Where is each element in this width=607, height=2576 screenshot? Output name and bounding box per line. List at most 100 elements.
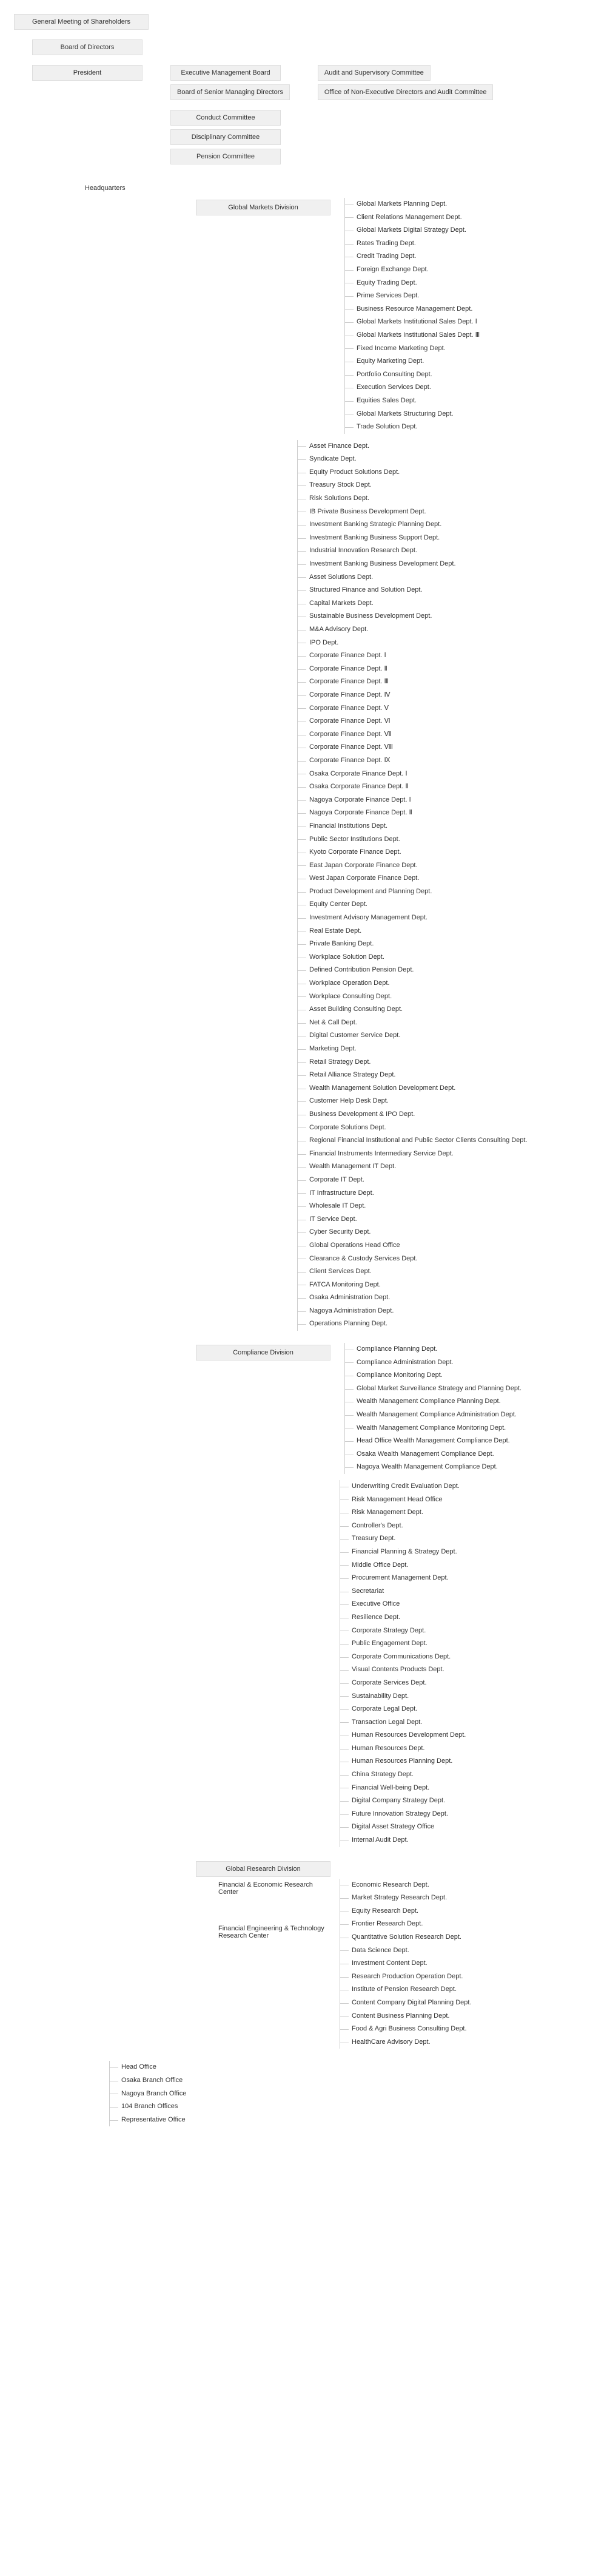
cc-box: Conduct Committee — [170, 110, 281, 126]
dept-item: FATCA Monitoring Dept. — [297, 1279, 595, 1292]
dept-item: Foreign Exchange Dept. — [344, 263, 480, 277]
dept-item: Osaka Corporate Finance Dept. Ⅱ — [297, 780, 595, 794]
dept-item: Equities Sales Dept. — [344, 394, 480, 408]
dept-item: Operations Planning Dept. — [297, 1317, 595, 1331]
grd-dept-list: Economic Research Dept.Market Strategy R… — [340, 1879, 472, 2049]
dept-item: Executive Office — [340, 1598, 595, 1611]
dept-item: Compliance Planning Dept. — [344, 1343, 521, 1356]
dept-item: Research Production Operation Dept. — [340, 1970, 472, 1984]
dept-item: Financial Instruments Intermediary Servi… — [297, 1148, 595, 1161]
dept-item: Corporate Services Dept. — [340, 1677, 595, 1690]
dept-item: Workplace Operation Dept. — [297, 977, 595, 990]
dept-item: Asset Finance Dept. — [297, 440, 595, 453]
dept-item: Investment Banking Business Support Dept… — [297, 532, 595, 545]
dept-item: M&A Advisory Dept. — [297, 623, 595, 637]
dept-item: Compliance Administration Dept. — [344, 1356, 521, 1370]
dept-item: Internal Audit Dept. — [340, 1834, 595, 1847]
dept-item: Kyoto Corporate Finance Dept. — [297, 846, 595, 859]
president-box: President — [32, 65, 143, 81]
dept-item: Resilience Dept. — [340, 1611, 595, 1624]
dept-item: Product Development and Planning Dept. — [297, 885, 595, 899]
dept-item: Customer Help Desk Dept. — [297, 1095, 595, 1108]
dept-item: Equity Product Solutions Dept. — [297, 466, 595, 479]
dept-item: Financial Well-being Dept. — [340, 1782, 595, 1795]
dc-box: Disciplinary Committee — [170, 129, 281, 145]
block3-dept-list: Underwriting Credit Evaluation Dept.Risk… — [340, 1480, 595, 1847]
dept-item: Quantitative Solution Research Dept. — [340, 1931, 472, 1944]
dept-item: Marketing Dept. — [297, 1043, 595, 1056]
dept-item: Corporate Finance Dept. Ⅵ — [297, 715, 595, 728]
dept-item: Structured Finance and Solution Dept. — [297, 584, 595, 597]
dept-item: Representative Office — [109, 2114, 595, 2127]
dept-item: Execution Services Dept. — [344, 381, 480, 394]
dept-item: Nagoya Administration Dept. — [297, 1305, 595, 1318]
dept-item: Corporate Finance Dept. Ⅰ — [297, 649, 595, 663]
dept-item: Equity Trading Dept. — [344, 277, 480, 290]
hq-label: Headquarters — [85, 184, 126, 192]
dept-item: China Strategy Dept. — [340, 1768, 595, 1782]
dept-item: Corporate Finance Dept. Ⅷ — [297, 741, 595, 754]
dept-item: Underwriting Credit Evaluation Dept. — [340, 1480, 595, 1493]
dept-item: Business Resource Management Dept. — [344, 303, 480, 316]
dept-item: Corporate Finance Dept. Ⅱ — [297, 663, 595, 676]
dept-item: Osaka Branch Office — [109, 2074, 595, 2088]
grd-box: Global Research Division — [196, 1861, 330, 1877]
dept-item: Cyber Security Dept. — [297, 1226, 595, 1239]
dept-item: Content Business Planning Dept. — [340, 2010, 472, 2023]
block2-dept-list: Asset Finance Dept.Syndicate Dept.Equity… — [297, 440, 595, 1331]
dept-item: Real Estate Dept. — [297, 925, 595, 938]
dept-item: Wealth Management IT Dept. — [297, 1160, 595, 1174]
dept-item: Wealth Management Solution Development D… — [297, 1082, 595, 1095]
dept-item: IT Service Dept. — [297, 1213, 595, 1226]
dept-item: IB Private Business Development Dept. — [297, 505, 595, 519]
dept-item: Workplace Solution Dept. — [297, 951, 595, 964]
dept-item: Asset Building Consulting Dept. — [297, 1003, 595, 1016]
dept-item: HealthCare Advisory Dept. — [340, 2036, 472, 2049]
dept-item: Secretariat — [340, 1585, 595, 1598]
dept-item: Retail Strategy Dept. — [297, 1056, 595, 1069]
dept-item: Client Services Dept. — [297, 1265, 595, 1279]
dept-item: Head Office — [109, 2061, 595, 2074]
dept-item: Future Innovation Strategy Dept. — [340, 1808, 595, 1821]
dept-item: Portfolio Consulting Dept. — [344, 368, 480, 382]
dept-item: Credit Trading Dept. — [344, 250, 480, 263]
dept-item: Global Market Surveillance Strategy and … — [344, 1382, 521, 1396]
dept-item: Corporate Solutions Dept. — [297, 1121, 595, 1135]
dept-item: Human Resources Planning Dept. — [340, 1755, 595, 1768]
dept-item: Data Science Dept. — [340, 1944, 472, 1958]
pc-box: Pension Committee — [170, 149, 281, 164]
dept-item: Transaction Legal Dept. — [340, 1716, 595, 1729]
dept-item: Food & Agri Business Consulting Dept. — [340, 2023, 472, 2036]
dept-item: Content Company Digital Planning Dept. — [340, 1996, 472, 2010]
cd-box: Compliance Division — [196, 1345, 330, 1361]
ferc-label: Financial & Economic Research Center — [218, 1879, 327, 1898]
dept-item: Financial Institutions Dept. — [297, 820, 595, 833]
dept-item: Osaka Administration Dept. — [297, 1291, 595, 1305]
dept-item: Procurement Management Dept. — [340, 1572, 595, 1585]
dept-item: Financial Planning & Strategy Dept. — [340, 1546, 595, 1559]
dept-item: Digital Company Strategy Dept. — [340, 1794, 595, 1808]
dept-item: Osaka Corporate Finance Dept. Ⅰ — [297, 768, 595, 781]
dept-item: Equity Research Dept. — [340, 1905, 472, 1918]
dept-item: Equity Marketing Dept. — [344, 355, 480, 368]
dept-item: Corporate Communications Dept. — [340, 1651, 595, 1664]
dept-item: Nagoya Wealth Management Compliance Dept… — [344, 1461, 521, 1474]
dept-item: Corporate IT Dept. — [297, 1174, 595, 1187]
dept-item: Investment Advisory Management Dept. — [297, 911, 595, 925]
dept-item: Nagoya Corporate Finance Dept. Ⅰ — [297, 794, 595, 807]
dept-item: Retail Alliance Strategy Dept. — [297, 1069, 595, 1082]
dept-item: Investment Banking Business Development … — [297, 558, 595, 571]
dept-item: Global Operations Head Office — [297, 1239, 595, 1253]
dept-item: Global Markets Planning Dept. — [344, 198, 480, 211]
dept-item: Public Engagement Dept. — [340, 1637, 595, 1651]
dept-item: Visual Contents Products Dept. — [340, 1663, 595, 1677]
dept-item: Osaka Wealth Management Compliance Dept. — [344, 1448, 521, 1461]
bottom-office-list: Head OfficeOsaka Branch OfficeNagoya Bra… — [109, 2061, 595, 2126]
dept-item: Net & Call Dept. — [297, 1016, 595, 1030]
dept-item: Workplace Consulting Dept. — [297, 990, 595, 1004]
dept-item: Global Markets Institutional Sales Dept.… — [344, 316, 480, 329]
dept-item: Trade Solution Dept. — [344, 421, 480, 434]
dept-item: Market Strategy Research Dept. — [340, 1891, 472, 1905]
dept-item: East Japan Corporate Finance Dept. — [297, 859, 595, 873]
dept-item: Syndicate Dept. — [297, 453, 595, 466]
